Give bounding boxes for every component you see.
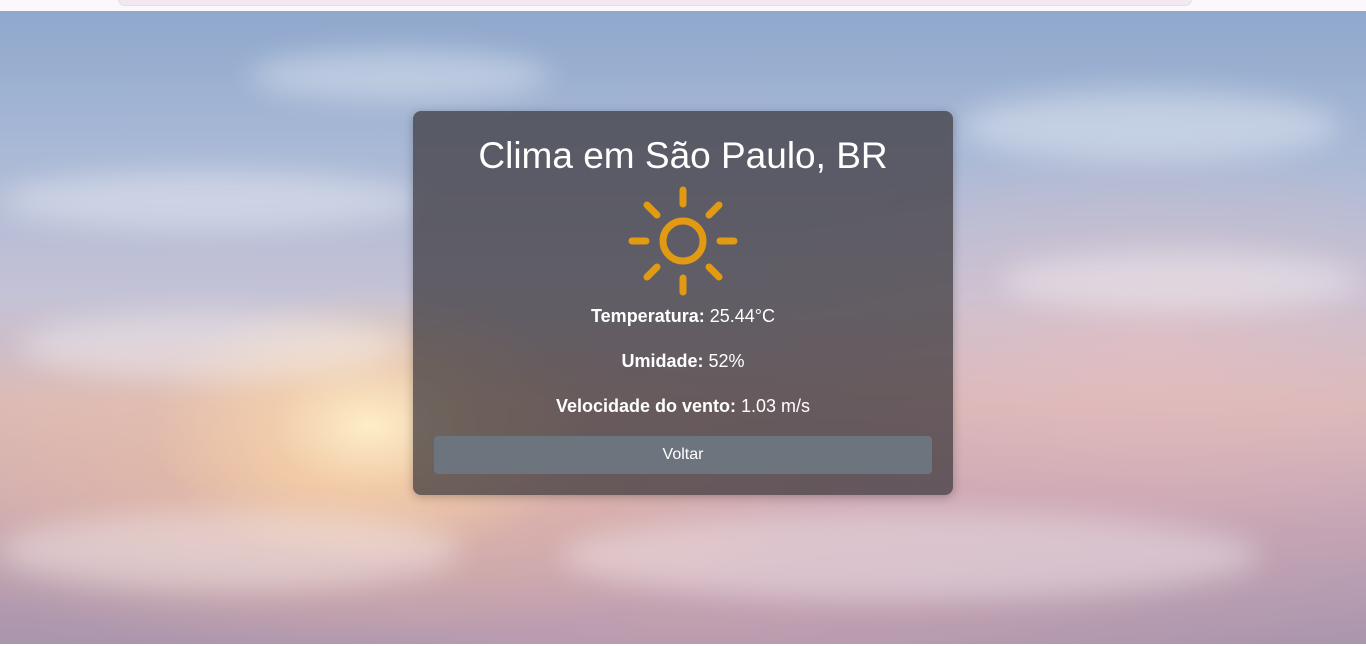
humidity-label: Umidade: bbox=[621, 351, 704, 371]
humidity-value: 52% bbox=[708, 351, 745, 371]
wind-speed-row: Velocidade do vento: 1.03 m/s bbox=[413, 395, 953, 417]
back-button[interactable]: Voltar bbox=[434, 436, 932, 474]
temperature-value: 25.44°C bbox=[709, 306, 775, 326]
wind-speed-label: Velocidade do vento: bbox=[555, 396, 736, 416]
humidity-row: Umidade: 52% bbox=[413, 350, 953, 372]
browser-top-strip bbox=[0, 0, 1366, 11]
weather-title: Clima em São Paulo, BR bbox=[478, 135, 888, 176]
temperature-label: Temperatura: bbox=[591, 306, 705, 326]
wind-speed-value: 1.03 m/s bbox=[741, 396, 811, 416]
temperature-row: Temperatura: 25.44°C bbox=[413, 305, 953, 327]
weather-card: Clima em São Paulo, BR Temperatura: 25.4… bbox=[413, 111, 953, 495]
sun-icon bbox=[628, 186, 738, 296]
address-bar-edge[interactable] bbox=[118, 0, 1192, 6]
